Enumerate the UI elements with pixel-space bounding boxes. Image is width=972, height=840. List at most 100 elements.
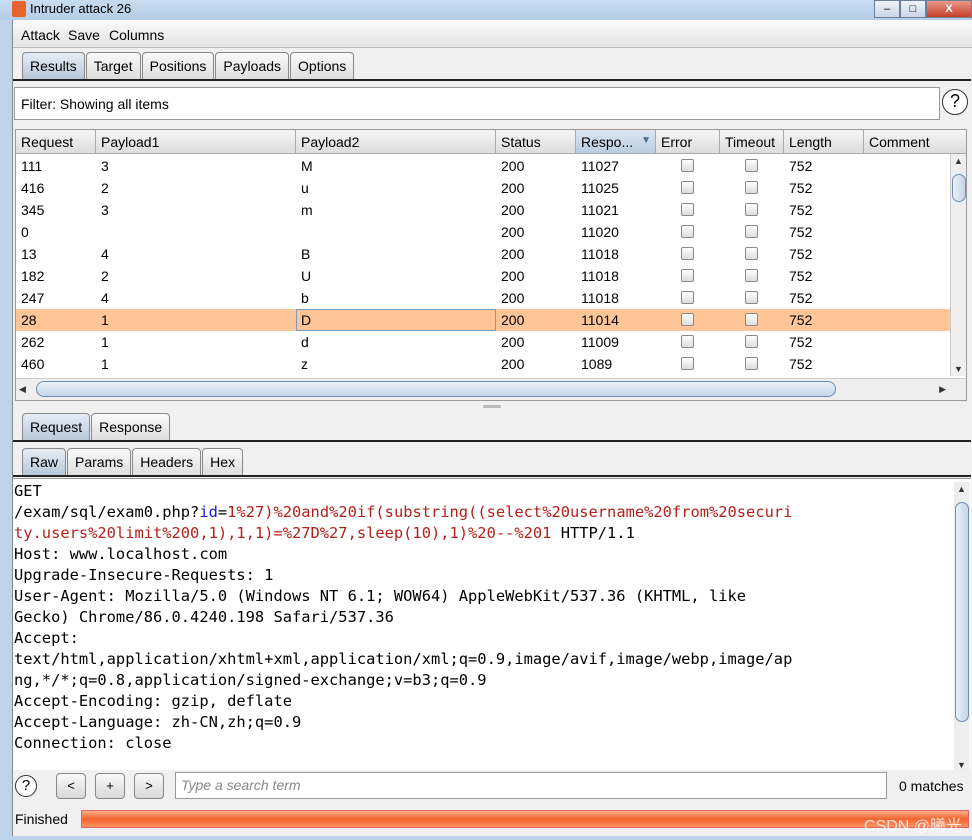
split-handle[interactable] [483, 405, 501, 408]
error-checkbox[interactable] [681, 181, 694, 194]
menu-save[interactable]: Save [68, 27, 100, 43]
cell-request: 111 [21, 158, 43, 174]
tab-response[interactable]: Response [91, 413, 171, 440]
error-checkbox[interactable] [681, 269, 694, 282]
param-value: ty.users%20limit%200,1),1,1)=%27D%27,sle… [14, 524, 552, 542]
timeout-checkbox[interactable] [745, 291, 758, 304]
cell-status: 200 [501, 268, 525, 284]
tab-results[interactable]: Results [22, 52, 85, 79]
error-checkbox[interactable] [681, 247, 694, 260]
table-horizontal-scrollbar[interactable]: ◀ ▶ [16, 378, 966, 400]
error-checkbox[interactable] [681, 225, 694, 238]
close-button[interactable]: X [926, 0, 972, 18]
cell-request: 345 [21, 202, 45, 218]
scroll-down-icon[interactable]: ▼ [957, 760, 966, 770]
equals: = [217, 503, 228, 521]
next-match-button[interactable]: > [134, 773, 164, 799]
header-line: text/html,application/xhtml+xml,applicat… [14, 650, 793, 668]
scroll-down-icon[interactable]: ▼ [954, 364, 963, 374]
help-icon[interactable]: ? [15, 775, 37, 797]
minimize-button[interactable]: – [874, 0, 900, 18]
timeout-checkbox[interactable] [745, 181, 758, 194]
cell-respo: 11027 [581, 158, 619, 174]
cell-payload1: 1 [101, 356, 109, 372]
table-row[interactable]: 345 3 m 200 11021 752 [16, 199, 952, 221]
tab-request[interactable]: Request [22, 413, 91, 440]
help-icon[interactable]: ? [942, 89, 968, 115]
table-row[interactable]: 28 1 D 200 11014 752 [16, 309, 952, 331]
filter-bar[interactable]: Filter: Showing all items [14, 87, 940, 120]
table-row[interactable]: 247 4 b 200 11018 752 [16, 287, 952, 309]
header-line: Accept: [14, 629, 79, 647]
scroll-thumb[interactable] [955, 502, 969, 722]
table-row[interactable]: 262 1 d 200 11009 752 [16, 331, 952, 353]
intruder-window: Attack Save Columns Results Target Posit… [12, 20, 972, 836]
scroll-right-icon[interactable]: ▶ [939, 384, 946, 395]
tab-headers[interactable]: Headers [132, 448, 202, 475]
col-timeout[interactable]: Timeout [720, 130, 784, 154]
menu-attack[interactable]: Attack [21, 27, 60, 43]
error-checkbox[interactable] [681, 291, 694, 304]
timeout-checkbox[interactable] [745, 203, 758, 216]
table-row[interactable]: 111 3 M 200 11027 752 [16, 155, 952, 177]
cell-payload1: 2 [101, 180, 109, 196]
timeout-checkbox[interactable] [745, 335, 758, 348]
timeout-checkbox[interactable] [745, 357, 758, 370]
scroll-up-icon[interactable]: ▲ [954, 156, 963, 166]
timeout-checkbox[interactable] [745, 269, 758, 282]
tab-hex[interactable]: Hex [202, 448, 244, 475]
col-status[interactable]: Status [496, 130, 576, 154]
menu-columns[interactable]: Columns [109, 27, 164, 43]
col-error[interactable]: Error [656, 130, 720, 154]
cell-status: 200 [501, 312, 525, 328]
timeout-checkbox[interactable] [745, 247, 758, 260]
col-payload2[interactable]: Payload2 [296, 130, 496, 154]
table-row[interactable]: 416 2 u 200 11025 752 [16, 177, 952, 199]
table-row[interactable]: 182 2 U 200 11018 752 [16, 265, 952, 287]
error-checkbox[interactable] [681, 313, 694, 326]
col-response[interactable]: Respo... ▼ [576, 130, 656, 154]
col-payload1[interactable]: Payload1 [96, 130, 296, 154]
table-row[interactable]: 460 1 z 200 1089 752 [16, 353, 952, 375]
cell-payload2: z [301, 356, 308, 372]
cell-respo: 11020 [581, 224, 619, 240]
editor-vertical-scrollbar[interactable]: ▲ ▼ [954, 482, 970, 772]
tab-target[interactable]: Target [85, 52, 141, 79]
previous-match-button[interactable]: < [56, 773, 86, 799]
timeout-checkbox[interactable] [745, 159, 758, 172]
error-checkbox[interactable] [681, 159, 694, 172]
error-checkbox[interactable] [681, 357, 694, 370]
tab-payloads[interactable]: Payloads [215, 52, 290, 79]
cell-status: 200 [501, 246, 525, 262]
col-comment[interactable]: Comment [864, 130, 966, 154]
cell-status: 200 [501, 224, 525, 240]
timeout-checkbox[interactable] [745, 313, 758, 326]
col-length[interactable]: Length [784, 130, 864, 154]
tab-raw[interactable]: Raw [22, 448, 67, 475]
col-request[interactable]: Request [16, 130, 96, 154]
timeout-checkbox[interactable] [745, 225, 758, 238]
table-row[interactable]: 13 4 B 200 11018 752 [16, 243, 952, 265]
cell-status: 200 [501, 290, 525, 306]
scroll-up-icon[interactable]: ▲ [957, 484, 966, 494]
search-input[interactable]: Type a search term [175, 772, 887, 799]
scroll-thumb[interactable] [36, 381, 836, 397]
param-value: 1%27)%20and%20if(substring((select%20use… [227, 503, 793, 521]
tab-positions[interactable]: Positions [141, 52, 215, 79]
cell-length: 752 [789, 202, 813, 218]
cell-length: 752 [789, 268, 813, 284]
raw-request-editor[interactable]: GET/exam/sql/exam0.php?id=1%27)%20and%20… [13, 478, 971, 770]
table-vertical-scrollbar[interactable]: ▲ ▼ [950, 154, 966, 376]
scroll-left-icon[interactable]: ◀ [19, 384, 26, 395]
tab-params[interactable]: Params [67, 448, 132, 475]
results-table: Request Payload1 Payload2 Status Respo..… [15, 129, 967, 401]
scroll-thumb[interactable] [952, 174, 966, 202]
add-button[interactable]: + [95, 773, 125, 799]
col-response-label: Respo... [581, 134, 634, 150]
error-checkbox[interactable] [681, 335, 694, 348]
maximize-button[interactable]: □ [900, 0, 926, 18]
error-checkbox[interactable] [681, 203, 694, 216]
tab-options[interactable]: Options [290, 52, 355, 79]
cell-payload2: m [301, 202, 313, 218]
table-row[interactable]: 0 200 11020 752 [16, 221, 952, 243]
